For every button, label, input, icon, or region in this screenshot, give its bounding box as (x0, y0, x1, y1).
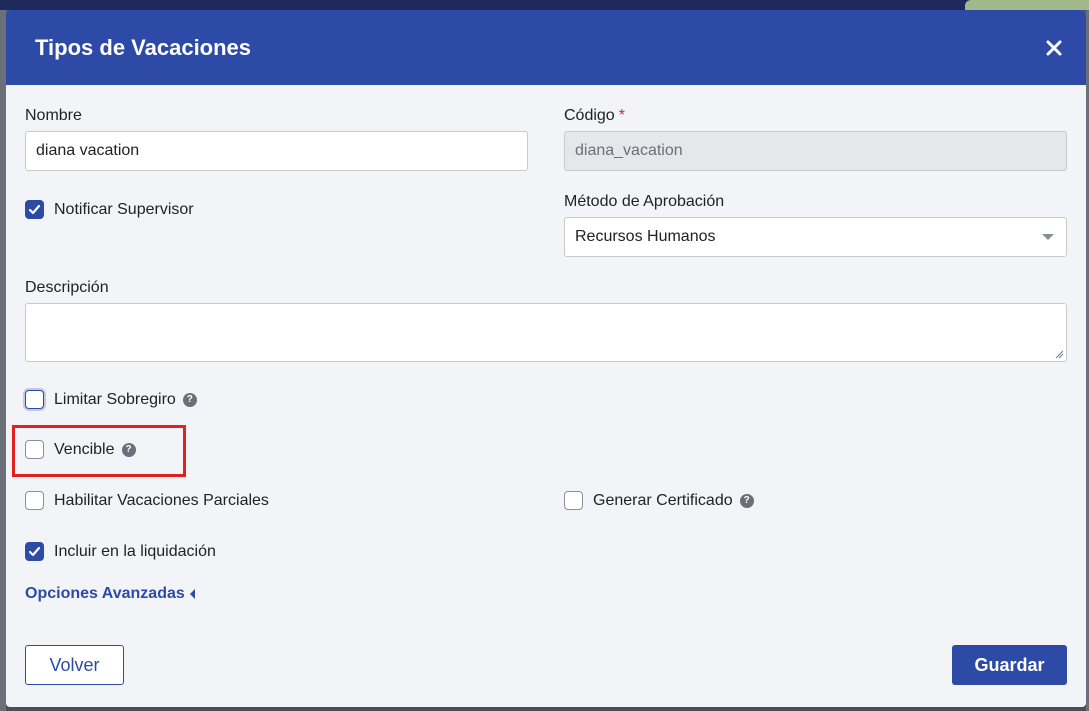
resize-grip-icon[interactable] (1054, 349, 1064, 359)
nombre-input[interactable] (25, 131, 528, 171)
limitar-sobregiro-label: Limitar Sobregiro (54, 390, 176, 408)
habilitar-parciales-label: Habilitar Vacaciones Parciales (54, 491, 269, 509)
generar-certificado-option[interactable]: Generar Certificado ? (564, 491, 754, 510)
required-mark: * (618, 107, 625, 124)
vacation-types-modal: Tipos de Vacaciones Nombre Código* Notif… (6, 10, 1086, 707)
codigo-label: Código * (564, 107, 625, 125)
chevron-down-icon (1042, 234, 1054, 240)
back-button[interactable]: Volver (25, 645, 124, 685)
limitar-sobregiro-checkbox[interactable] (25, 390, 44, 409)
notificar-supervisor-label: Notificar Supervisor (54, 200, 194, 218)
save-button[interactable]: Guardar (952, 645, 1067, 685)
vencible-label: Vencible (54, 440, 115, 458)
habilitar-parciales-option[interactable]: Habilitar Vacaciones Parciales (25, 491, 269, 510)
close-icon (1046, 40, 1062, 55)
help-icon[interactable]: ? (182, 392, 197, 407)
help-icon[interactable]: ? (739, 493, 754, 508)
checkmark-icon (28, 546, 41, 557)
advanced-options-toggle[interactable]: Opciones Avanzadas (25, 585, 195, 603)
metodo-aprobacion-value: Recursos Humanos (575, 228, 716, 245)
metodo-aprobacion-select[interactable]: Recursos Humanos (564, 217, 1067, 257)
modal-header: Tipos de Vacaciones (6, 10, 1086, 85)
generar-certificado-checkbox[interactable] (564, 491, 583, 510)
caret-left-icon (189, 589, 195, 599)
incluir-liquidacion-option[interactable]: Incluir en la liquidación (25, 542, 216, 561)
limitar-sobregiro-option[interactable]: Limitar Sobregiro ? (25, 390, 197, 409)
metodo-aprobacion-label: Método de Aprobación (564, 193, 725, 210)
incluir-liquidacion-checkbox[interactable] (25, 542, 44, 561)
descripcion-label: Descripción (25, 279, 109, 296)
advanced-options-label: Opciones Avanzadas (25, 585, 185, 602)
checkmark-icon (28, 204, 41, 215)
help-icon[interactable]: ? (121, 442, 136, 457)
descripcion-textarea[interactable] (25, 303, 1067, 362)
background-topbar (0, 0, 1089, 10)
codigo-label-text: Código (564, 107, 615, 124)
modal-title: Tipos de Vacaciones (35, 34, 252, 60)
close-button[interactable] (1040, 34, 1068, 62)
incluir-liquidacion-label: Incluir en la liquidación (54, 542, 216, 560)
notificar-supervisor-option[interactable]: Notificar Supervisor (25, 200, 194, 219)
habilitar-parciales-checkbox[interactable] (25, 491, 44, 510)
notificar-supervisor-checkbox[interactable] (25, 200, 44, 219)
vencible-checkbox[interactable] (25, 440, 44, 459)
codigo-input (564, 131, 1067, 171)
vencible-option[interactable]: Vencible ? (25, 440, 136, 459)
nombre-label: Nombre (25, 107, 82, 124)
generar-certificado-label: Generar Certificado (593, 491, 733, 509)
background-user-pill (965, 0, 1089, 10)
